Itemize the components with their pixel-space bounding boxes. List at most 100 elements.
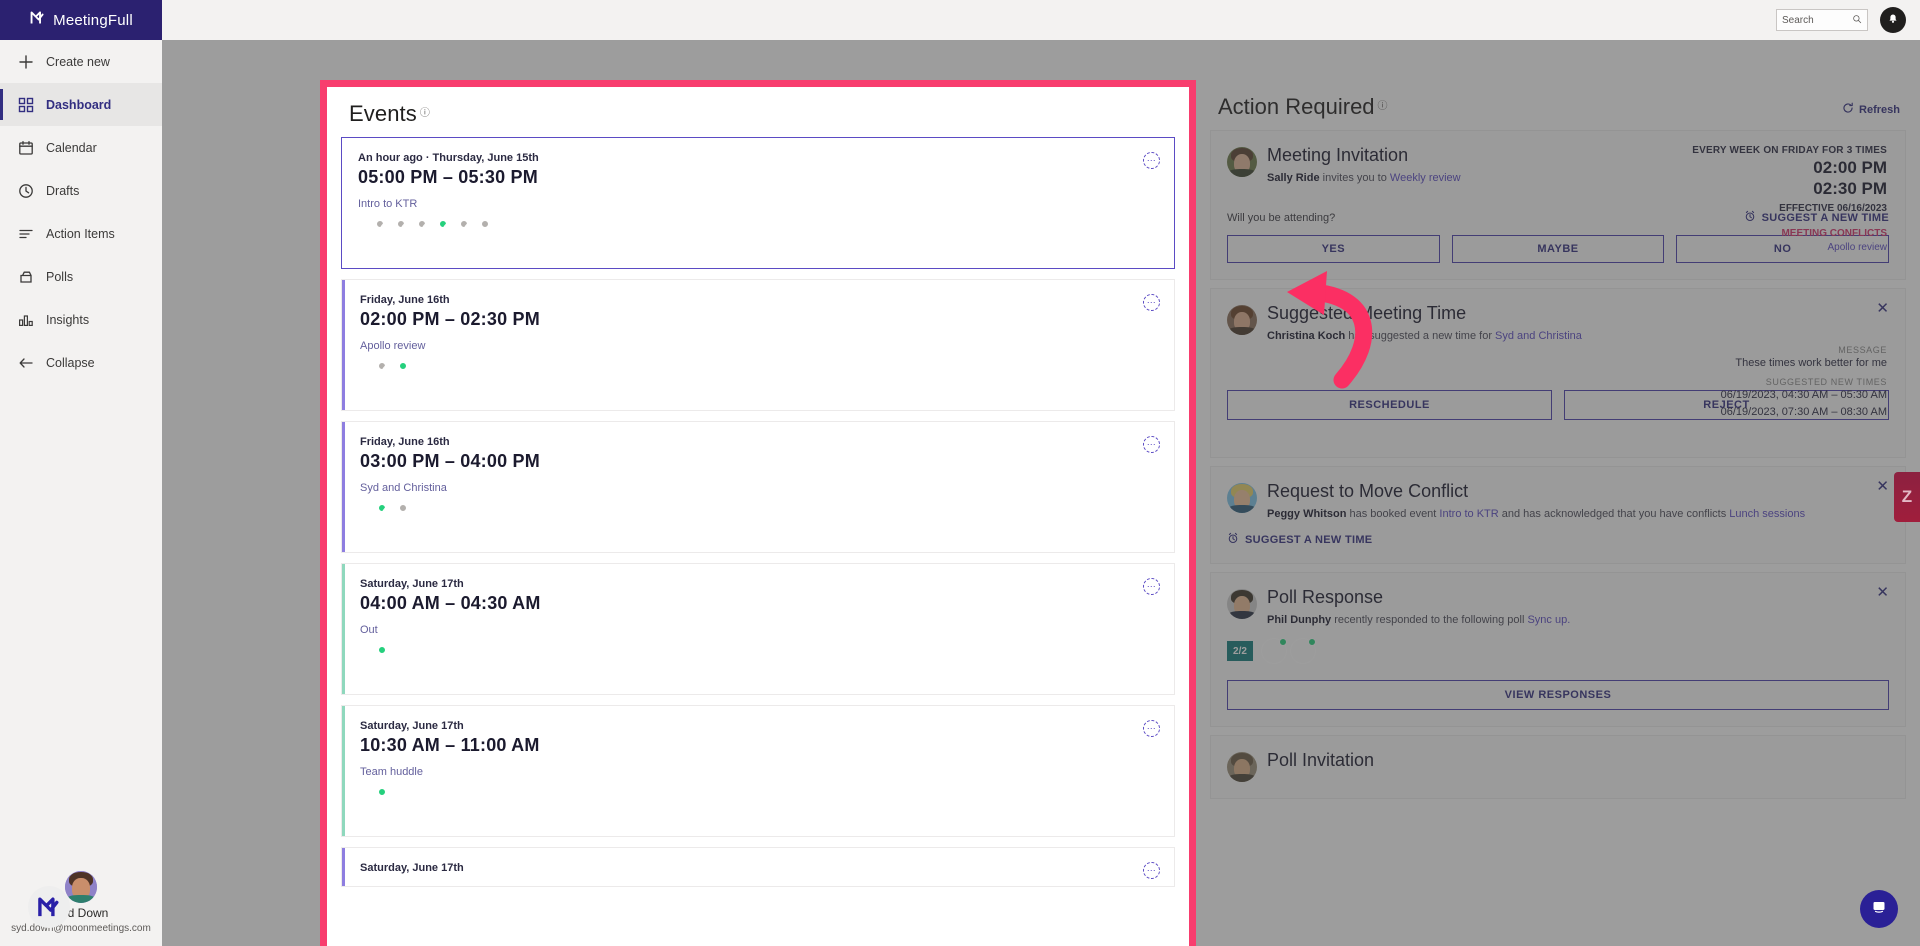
avatar [463, 220, 489, 246]
action-required-panel: Action Required ⓘ Refresh [1196, 80, 1920, 946]
sidebar-item-create-new[interactable]: Create new [0, 40, 162, 83]
bell-icon [1886, 11, 1900, 30]
card-subtitle: Phil Dunphy recently responded to the fo… [1267, 614, 1570, 626]
close-icon[interactable]: ✕ [1876, 585, 1889, 600]
avatar [1227, 483, 1257, 513]
sidebar-item-label: Calendar [46, 141, 97, 155]
suggester-name: Christina Koch [1267, 330, 1345, 342]
sidebar: Create new Dashboard Calendar [0, 40, 162, 946]
sidebar-item-polls[interactable]: Polls [0, 255, 162, 298]
side-tab-z[interactable]: Z [1894, 472, 1920, 522]
event-card[interactable]: ⋯ An hour ago · Thursday, June 15th 05:0… [341, 137, 1175, 269]
brand-logo-area[interactable]: MeetingFull [0, 0, 162, 40]
sidebar-item-dashboard[interactable]: Dashboard [0, 83, 162, 126]
event-when: An hour ago · Thursday, June 15th [358, 152, 1158, 164]
event-link[interactable]: Intro to KTR [1439, 508, 1498, 520]
top-bar: MeetingFull Search [0, 0, 1920, 40]
inviter-name: Sally Ride [1267, 172, 1320, 184]
sidebar-item-collapse[interactable]: Collapse [0, 341, 162, 384]
ellipsis-icon[interactable]: ⋯ [1143, 152, 1160, 169]
avatar [1227, 305, 1257, 335]
avatar [1261, 638, 1287, 664]
event-name: Intro to KTR [358, 198, 1158, 210]
refresh-label: Refresh [1859, 104, 1900, 116]
close-icon[interactable]: ✕ [1876, 301, 1889, 316]
card-title: Poll Invitation [1267, 750, 1374, 782]
action-required-header: Action Required ⓘ Refresh [1196, 80, 1920, 130]
sidebar-item-label: Dashboard [46, 98, 111, 112]
sidebar-item-label: Insights [46, 313, 89, 327]
event-card[interactable]: ⋯ Saturday, June 17th 10:30 AM – 11:00 A… [341, 705, 1175, 837]
poll-link[interactable]: Sync up. [1527, 614, 1570, 626]
notifications-button[interactable] [1880, 7, 1906, 33]
conflict-event-link[interactable]: Apollo review [1692, 242, 1887, 253]
card-subtitle: Peggy Whitson has booked event Intro to … [1267, 508, 1805, 520]
event-card[interactable]: ⋯ Saturday, June 17th 04:00 AM – 04:30 A… [341, 563, 1175, 695]
search-input[interactable]: Search [1776, 9, 1868, 31]
meeting-link[interactable]: Syd and Christina [1495, 330, 1582, 342]
event-when: Saturday, June 17th [360, 578, 1158, 590]
ellipsis-icon[interactable]: ⋯ [1143, 720, 1160, 737]
card-header: Poll Response Phil Dunphy recently respo… [1227, 587, 1889, 626]
avatar [1227, 589, 1257, 619]
event-card[interactable]: ⋯ Friday, June 16th 03:00 PM – 04:00 PM … [341, 421, 1175, 553]
suggestion-details: MESSAGE These times work better for me S… [1721, 345, 1887, 420]
suggest-new-time-button[interactable]: SUGGEST A NEW TIME [1227, 532, 1889, 547]
events-title: Events [349, 101, 417, 127]
presence-indicator [378, 788, 386, 796]
event-time: 02:00 PM – 02:30 PM [360, 309, 1158, 330]
event-time: 03:00 PM – 04:00 PM [360, 451, 1158, 472]
poll-respondents: 2/2 [1227, 638, 1889, 664]
chat-bubble-icon [1870, 898, 1888, 921]
suggested-times-label: SUGGESTED NEW TIMES [1721, 377, 1887, 387]
page-title: Action Required ⓘ [1218, 94, 1388, 120]
card-title: Meeting Invitation [1267, 145, 1461, 166]
ellipsis-icon[interactable]: ⋯ [1143, 436, 1160, 453]
calendar-icon [18, 140, 34, 156]
avatar [360, 788, 386, 814]
status-badge: 2/2 [1227, 641, 1253, 661]
card-header: Poll Invitation [1227, 750, 1889, 782]
poll-invitation-card: Poll Invitation [1210, 735, 1906, 799]
event-card[interactable]: ⋯ Saturday, June 17th [341, 847, 1175, 887]
meeting-link[interactable]: Weekly review [1390, 172, 1461, 184]
subtitle-mid: has suggested a new time for [1345, 330, 1495, 342]
help-icon[interactable]: ⓘ [420, 104, 430, 119]
event-attendees [360, 504, 1158, 530]
sidebar-item-drafts[interactable]: Drafts [0, 169, 162, 212]
reschedule-button[interactable]: RESCHEDULE [1227, 390, 1552, 420]
message-label: MESSAGE [1721, 345, 1887, 355]
card-header: Suggested Meeting Time Christina Koch ha… [1227, 303, 1889, 342]
start-time: 02:00 PM [1692, 159, 1887, 177]
card-subtitle: Sally Ride invites you to Weekly review [1267, 172, 1461, 184]
sidebar-item-action-items[interactable]: Action Items [0, 212, 162, 255]
yes-button[interactable]: YES [1227, 235, 1440, 263]
sidebar-item-insights[interactable]: Insights [0, 298, 162, 341]
suggested-time-1: 06/19/2023, 04:30 AM – 05:30 AM [1721, 387, 1887, 404]
card-title: Request to Move Conflict [1267, 481, 1805, 502]
refresh-button[interactable]: Refresh [1842, 102, 1900, 117]
view-responses-button[interactable]: VIEW RESPONSES [1227, 680, 1889, 710]
ellipsis-icon[interactable]: ⋯ [1143, 294, 1160, 311]
help-icon[interactable]: ⓘ [1378, 97, 1388, 120]
avatar [1227, 752, 1257, 782]
search-placeholder: Search [1782, 15, 1852, 26]
conflict-link[interactable]: Lunch sessions [1729, 508, 1805, 520]
sidebar-item-calendar[interactable]: Calendar [0, 126, 162, 169]
close-icon[interactable]: ✕ [1876, 479, 1889, 494]
plus-icon [18, 54, 34, 70]
presence-indicator [399, 362, 407, 370]
ellipsis-icon[interactable]: ⋯ [1143, 862, 1160, 879]
chat-button[interactable] [1860, 890, 1898, 928]
event-name: Syd and Christina [360, 482, 1158, 494]
main-surface: Action Required ⓘ Refresh [162, 40, 1920, 946]
maybe-button[interactable]: MAYBE [1452, 235, 1665, 263]
refresh-icon [1842, 102, 1854, 117]
event-attendees [358, 220, 1158, 246]
avatar [65, 871, 97, 903]
requester-name: Peggy Whitson [1267, 508, 1346, 520]
event-attendees [360, 362, 1158, 388]
ellipsis-icon[interactable]: ⋯ [1143, 578, 1160, 595]
user-profile[interactable]: Syd Down syd.down@moonmeetings.com [0, 871, 162, 934]
event-card[interactable]: ⋯ Friday, June 16th 02:00 PM – 02:30 PM … [341, 279, 1175, 411]
